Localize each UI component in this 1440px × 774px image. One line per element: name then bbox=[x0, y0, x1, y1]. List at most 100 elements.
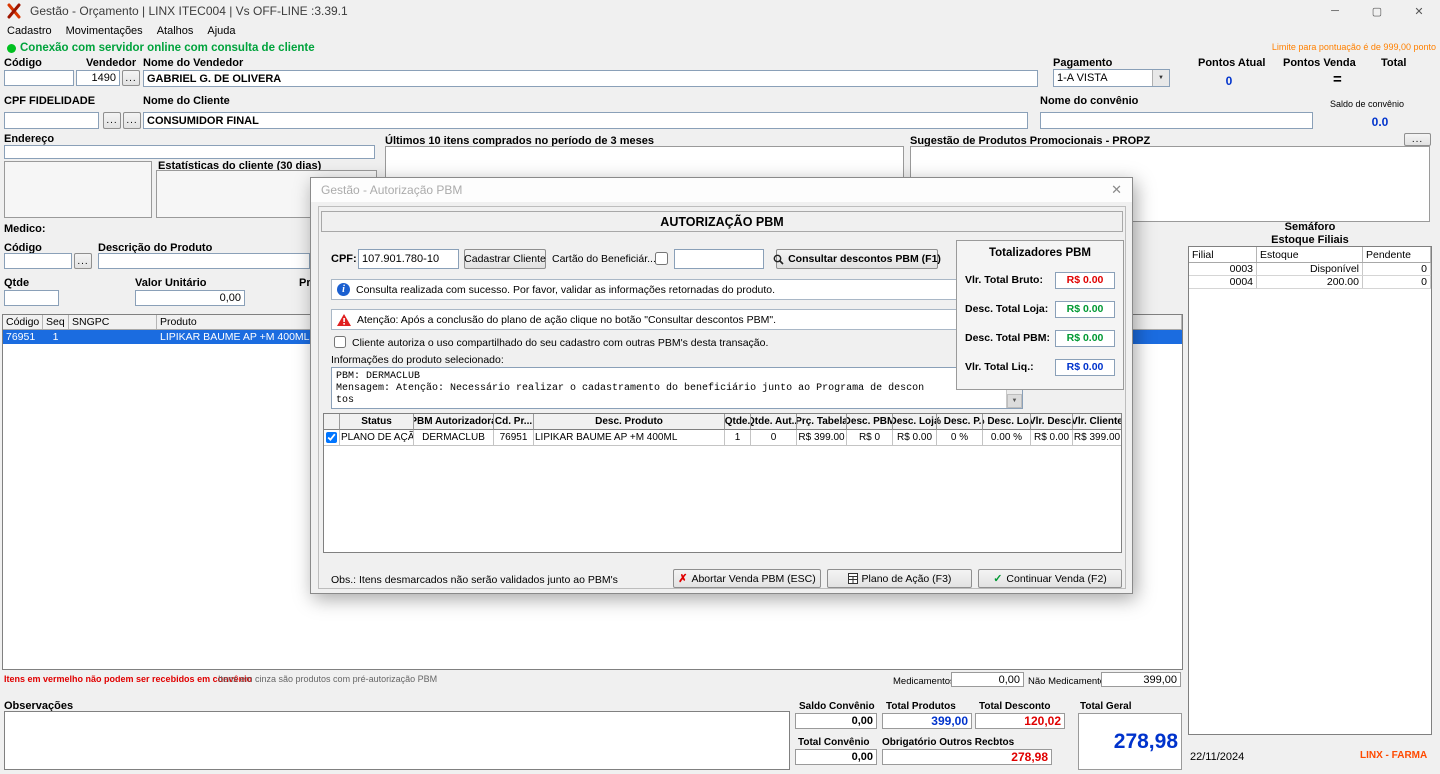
pbm-grid-header-pdesc-lo[interactable]: % Desc. Lo... bbox=[983, 414, 1031, 430]
pbm-grid-header: Status PBM Autorizadora Cd. Pr... Desc. … bbox=[324, 414, 1121, 430]
cpf-lookup-button-1[interactable]: ... bbox=[103, 112, 121, 129]
desc-total-loja-value: R$ 0.00 bbox=[1055, 300, 1115, 318]
menu-atalhos[interactable]: Atalhos bbox=[150, 23, 201, 39]
minimize-icon[interactable]: ─ bbox=[1316, 0, 1354, 22]
scroll-down-icon[interactable]: ▼ bbox=[1007, 394, 1022, 408]
gray-note: Itens em cinza são produtos com pré-auto… bbox=[218, 674, 438, 684]
nome-vendedor-label: Nome do Vendedor bbox=[143, 57, 244, 69]
menu-cadastro[interactable]: Cadastro bbox=[0, 23, 59, 39]
pbm-grid-row[interactable]: PLANO DE AÇÃO DERMACLUB 76951 LIPIKAR BA… bbox=[324, 430, 1121, 446]
produto-info-textarea[interactable]: PBM: DERMACLUB Mensagem: Atenção: Necess… bbox=[331, 367, 1023, 409]
pbm-cell-cdpr: 76951 bbox=[494, 430, 534, 446]
total-bruto-value: R$ 0.00 bbox=[1055, 271, 1115, 289]
brand-label: LINX - FARMA bbox=[1360, 750, 1428, 761]
close-icon[interactable]: ✕ bbox=[1400, 0, 1438, 22]
nome-convenio-label: Nome do convênio bbox=[1040, 95, 1139, 107]
app-window: { "window": { "title": "Gestão - Orçamen… bbox=[0, 0, 1440, 774]
sugestao-lookup-button[interactable]: ... bbox=[1404, 133, 1431, 146]
share-authorization-checkbox[interactable] bbox=[334, 336, 346, 348]
menu-movimentacoes[interactable]: Movimentações bbox=[59, 23, 150, 39]
pbm-grid-header-pdesc-p[interactable]: % Desc. P... bbox=[937, 414, 983, 430]
pbm-grid-header-qtde[interactable]: Qtde. bbox=[725, 414, 751, 430]
item-codigo: 76951 bbox=[6, 331, 36, 343]
codigo-label: Código bbox=[4, 57, 42, 69]
pbm-grid-header-desc-pbm[interactable]: Desc. PBM bbox=[847, 414, 893, 430]
info-icon: i bbox=[337, 283, 350, 296]
pbm-cell-qtde: 1 bbox=[725, 430, 751, 446]
items-grid-header-codigo[interactable]: Código bbox=[3, 315, 43, 329]
total-desconto-label: Total Desconto bbox=[979, 701, 1051, 712]
pbm-grid-header-status[interactable]: Status bbox=[340, 414, 414, 430]
pbm-grid-header-cdpr[interactable]: Cd. Pr... bbox=[494, 414, 534, 430]
desc-total-pbm-label: Desc. Total PBM: bbox=[965, 332, 1050, 344]
produto-info-line3: tos bbox=[336, 395, 355, 406]
estoque-cell-estoque: 200.00 bbox=[1257, 276, 1363, 288]
plano-acao-button[interactable]: Plano de Ação (F3) bbox=[827, 569, 972, 588]
nome-vendedor-input[interactable]: GABRIEL G. DE OLIVERA bbox=[143, 70, 1038, 87]
pbm-grid-header-prc-tabela[interactable]: Prç. Tabela bbox=[797, 414, 847, 430]
pbm-item-checkbox[interactable] bbox=[326, 432, 337, 443]
estoque-header-estoque[interactable]: Estoque bbox=[1257, 247, 1363, 262]
nome-cliente-input[interactable]: CONSUMIDOR FINAL bbox=[143, 112, 1028, 129]
vendedor-input[interactable]: 1490 bbox=[76, 70, 120, 86]
estoque-row[interactable]: 0004 200.00 0 bbox=[1189, 276, 1431, 289]
cartao-beneficiario-checkbox[interactable] bbox=[655, 252, 668, 265]
menu-bar: Cadastro Movimentações Atalhos Ajuda bbox=[0, 22, 1440, 39]
pontos-atual-value: 0 bbox=[1225, 74, 1233, 88]
chevron-down-icon[interactable]: ▼ bbox=[1152, 70, 1169, 86]
pbm-grid-header-autorizadora[interactable]: PBM Autorizadora bbox=[414, 414, 494, 430]
maximize-icon[interactable]: ▢ bbox=[1358, 0, 1396, 22]
estoque-cell-pendente: 0 bbox=[1363, 263, 1431, 275]
pbm-cell-status: PLANO DE AÇÃO bbox=[340, 430, 414, 446]
estoque-row[interactable]: 0003 Disponível 0 bbox=[1189, 263, 1431, 276]
items-grid-header-seq[interactable]: Seq bbox=[43, 315, 69, 329]
descricao-produto-input[interactable] bbox=[98, 253, 310, 269]
pbm-modal-title-bar: Gestão - Autorização PBM ✕ bbox=[311, 178, 1132, 202]
pbm-grid-header-desc-loja[interactable]: Desc. Loja bbox=[893, 414, 937, 430]
total-produtos-value: 399,00 bbox=[882, 713, 972, 729]
valor-unitario-input[interactable]: 0,00 bbox=[135, 290, 245, 306]
total-geral-label: Total Geral bbox=[1080, 701, 1132, 712]
cpf-fidelidade-input[interactable] bbox=[4, 112, 99, 129]
pbm-cpf-input[interactable]: 107.901.780-10 bbox=[358, 249, 459, 269]
pagamento-select[interactable]: 1-A VISTA ▼ bbox=[1053, 69, 1170, 87]
obrigatorio-label: Obrigatório Outros Recbtos bbox=[882, 737, 1015, 748]
title-bar: Gestão - Orçamento | LINX ITEC004 | Vs O… bbox=[0, 0, 1440, 22]
consultar-descontos-button[interactable]: Consultar descontos PBM (F1) bbox=[773, 249, 941, 269]
pbm-obs-note: Obs.: Itens desmarcados não serão valida… bbox=[331, 574, 618, 586]
estoque-header-filial[interactable]: Filial bbox=[1189, 247, 1257, 262]
endereco-input[interactable] bbox=[4, 145, 375, 159]
total-desconto-value: 120,02 bbox=[975, 713, 1065, 729]
saldo-convenio-label: Saldo Convênio bbox=[799, 701, 875, 712]
cpf-lookup-button-2[interactable]: ... bbox=[123, 112, 141, 129]
items-grid-header-sngpc[interactable]: SNGPC bbox=[69, 315, 157, 329]
vendedor-lookup-button[interactable]: ... bbox=[122, 70, 140, 86]
pbm-grid-header-qtde-aut[interactable]: Qtde. Aut... bbox=[751, 414, 797, 430]
qtde-input[interactable] bbox=[4, 290, 59, 306]
pbm-grid-header-vlr-desc[interactable]: Vlr. Desc. bbox=[1031, 414, 1073, 430]
pbm-grid-header-desc-produto[interactable]: Desc. Produto bbox=[534, 414, 725, 430]
pbm-grid-header-vlr-cliente[interactable]: Vlr. Cliente bbox=[1073, 414, 1121, 430]
total-liq-value: R$ 0.00 bbox=[1055, 358, 1115, 376]
produto-codigo-input[interactable] bbox=[4, 253, 72, 269]
cartao-beneficiario-input[interactable] bbox=[674, 249, 764, 269]
totalizadores-panel: Totalizadores PBM Vlr. Total Bruto: R$ 0… bbox=[956, 240, 1124, 390]
warning-icon bbox=[337, 313, 351, 326]
connection-status-text: Conexão com servidor online com consulta… bbox=[20, 42, 315, 54]
pontos-venda-label: Pontos Venda bbox=[1283, 57, 1356, 69]
continuar-venda-label: Continuar Venda (F2) bbox=[1006, 572, 1107, 585]
pbm-modal-close-icon[interactable]: ✕ bbox=[1111, 182, 1122, 198]
nome-convenio-input[interactable] bbox=[1040, 112, 1313, 129]
observacoes-textarea[interactable] bbox=[4, 711, 790, 770]
menu-ajuda[interactable]: Ajuda bbox=[200, 23, 242, 39]
cadastrar-cliente-button[interactable]: Cadastrar Cliente bbox=[464, 249, 546, 269]
abortar-venda-button[interactable]: ✗ Abortar Venda PBM (ESC) bbox=[673, 569, 821, 588]
continuar-venda-button[interactable]: ✓ Continuar Venda (F2) bbox=[978, 569, 1122, 588]
codigo-input[interactable] bbox=[4, 70, 74, 86]
produto-lookup-button[interactable]: ... bbox=[74, 253, 92, 269]
total-label: Total bbox=[1381, 57, 1407, 69]
estoque-header-pendente[interactable]: Pendente bbox=[1363, 247, 1431, 262]
pbm-cell-pdesc-p: 0 % bbox=[937, 430, 983, 446]
estoque-filiais-title: Estoque Filiais bbox=[1271, 234, 1349, 246]
red-note: Itens em vermelho não podem ser recebido… bbox=[4, 674, 253, 684]
